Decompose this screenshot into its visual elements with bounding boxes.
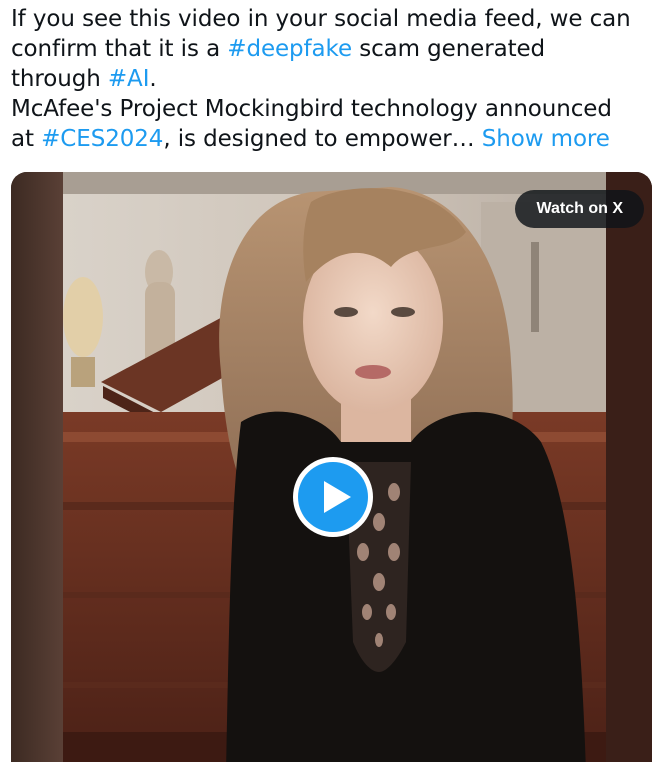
tweet-text: If you see this video in your social med…: [11, 4, 641, 154]
tweet-paragraph-2: McAfee's Project Mockingbird technology …: [11, 94, 641, 154]
tweet-paragraph-1: If you see this video in your social med…: [11, 4, 641, 94]
hashtag-ai-link[interactable]: #AI: [108, 66, 150, 92]
tweet-text-segment: .: [149, 66, 157, 92]
video-player[interactable]: Watch on X: [11, 172, 652, 762]
show-more-link[interactable]: Show more: [482, 126, 610, 152]
hashtag-ces2024-link[interactable]: #CES2024: [41, 126, 163, 152]
watch-on-x-button[interactable]: Watch on X: [515, 190, 644, 228]
play-icon[interactable]: [291, 455, 375, 539]
hashtag-deepfake-link[interactable]: #deepfake: [227, 36, 352, 62]
tweet-text-segment: , is designed to empower…: [163, 126, 482, 152]
